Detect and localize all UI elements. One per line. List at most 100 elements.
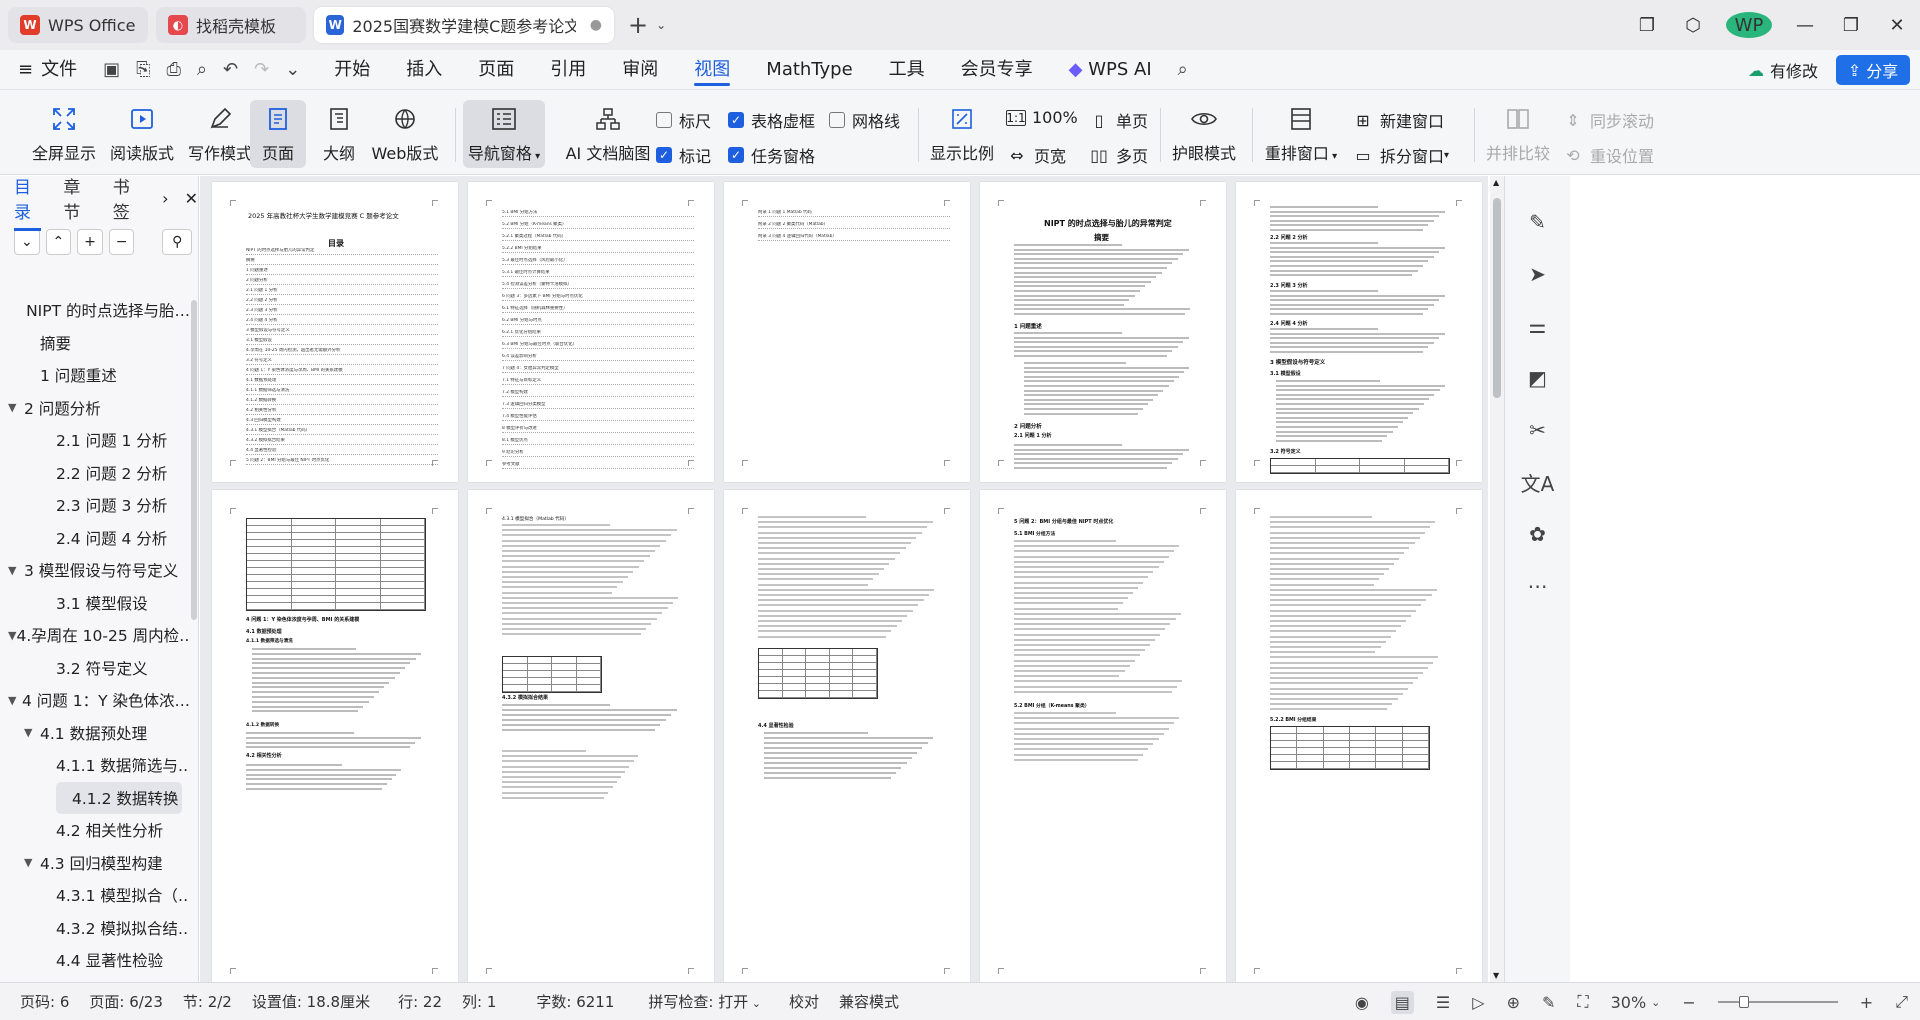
ruler-checkbox[interactable]: 标尺 [656, 108, 711, 132]
outline-status-icon[interactable]: ☰ [1436, 993, 1450, 1012]
cube-icon[interactable]: ⬡ [1670, 15, 1716, 36]
expand-caret-icon[interactable]: ▼ [8, 694, 22, 707]
adjust-sliders-icon[interactable]: ⚌ [1505, 300, 1570, 352]
avatar[interactable]: WP [1726, 12, 1772, 38]
page-10[interactable]: 5.2.2 BMI 分组结果 [1236, 490, 1482, 982]
expand-caret-icon[interactable]: ▼ [24, 856, 40, 869]
add-heading-icon[interactable]: + [77, 229, 103, 255]
menu-reference[interactable]: 引用 [550, 50, 586, 90]
table-grid-checkbox[interactable]: ✓ 表格虚框 [728, 108, 815, 132]
menu-start[interactable]: 开始 [334, 50, 370, 90]
single-page-button[interactable]: ▯ 单页 [1088, 108, 1148, 132]
toc-item[interactable]: ▼ 4.1 数据预处理 [0, 717, 190, 750]
task-pane-checkbox[interactable]: ✓ 任务窗格 [728, 143, 815, 167]
toc-item[interactable]: 2.1 问题 1 分析 [0, 424, 190, 457]
tab-docer[interactable]: ◐ 找稻壳模板 [156, 7, 306, 43]
toc-item[interactable]: 4.4 显著性检验 [0, 944, 190, 977]
fullscreen-button[interactable]: 全屏显示 [28, 100, 100, 168]
tools-icon[interactable]: ✂ [1505, 404, 1570, 456]
outline-button[interactable]: 大纲 [314, 100, 364, 168]
menu-file[interactable]: 文件 [41, 50, 77, 90]
expand-caret-icon[interactable]: ▼ [8, 401, 24, 414]
status-setting[interactable]: 设置值: 18.8厘米 [252, 991, 370, 1012]
fullscreen-status-icon[interactable]: ⤢ [1895, 992, 1908, 1012]
hamburger-icon[interactable]: ≡ [18, 59, 33, 80]
sidebar-scrollbar[interactable] [191, 300, 197, 620]
cursor-select-icon[interactable]: ➤ [1505, 248, 1570, 300]
page-view-button[interactable]: 页面 [250, 100, 306, 168]
scroll-down-icon[interactable]: ▼ [1493, 971, 1499, 980]
sidebar-tab-bookmark[interactable]: 书签 [113, 176, 140, 223]
page-1[interactable]: 2025 年高教社杯大学生数学建模竞赛 C 题参考论文 目录 NIPT 的时点选择与… [212, 182, 458, 482]
side-by-side-button[interactable]: 并排比较 [1482, 100, 1554, 168]
zoom-100-button[interactable]: 1:1 100% [1006, 108, 1078, 127]
toc-item[interactable]: 4.3.2 模拟拟合结… [0, 912, 190, 945]
web-status-icon[interactable]: ⊕ [1507, 993, 1520, 1012]
search-icon[interactable]: ⌕ [1178, 59, 1188, 80]
multi-page-button[interactable]: ▯▯ 多页 [1088, 143, 1148, 167]
tab-wps-office[interactable]: W WPS Office [8, 7, 148, 43]
unsaved-dot-icon[interactable]: ● [590, 17, 602, 33]
zoom-dropdown-icon[interactable]: ⌄ [1651, 996, 1660, 1009]
undo-icon[interactable]: ↶ [223, 59, 238, 80]
toc-item[interactable]: NIPT 的时点选择与胎… [0, 294, 190, 327]
status-spell[interactable]: 拼写检查: 打开 ⌄ [648, 991, 761, 1012]
sidebar-tab-chapter[interactable]: 章节 [63, 176, 90, 223]
collapse-down-icon[interactable]: ⌄ [14, 229, 40, 255]
toc-item[interactable]: 2.4 问题 4 分析 [0, 522, 190, 555]
edit-status-button[interactable]: ☁ 有修改 [1748, 58, 1818, 82]
fit-icon[interactable]: ⛶ [1577, 992, 1588, 1012]
close-icon[interactable]: ✕ [185, 189, 198, 208]
export-icon[interactable]: ⎘ [136, 59, 150, 80]
toc-item[interactable]: 4.1.2 数据转换 [56, 781, 182, 814]
read-status-icon[interactable]: ▷ [1472, 993, 1484, 1012]
menu-wps-ai[interactable]: ◆ WPS AI [1069, 50, 1152, 90]
web-view-button[interactable]: Web版式 [368, 100, 442, 168]
page-5[interactable]: 2.2 问题 2 分析 2.3 问题 3 分析 2.4 问题 4 分析 3 模型假设与… [1236, 182, 1482, 482]
page-7[interactable]: 4.3.1 模型拟合（Matlab 代码） 4.3.2 模拟拟合结果 [468, 490, 714, 982]
page-9[interactable]: 5 问题 2：BMI 分组与最佳 NIPT 时点优化 5.1 BMI 分组方法 5.… [980, 490, 1226, 982]
translate-icon[interactable]: 文A [1505, 456, 1570, 508]
nav-pane-button[interactable]: 导航窗格 ▾ [463, 100, 545, 168]
zoom-level[interactable]: 30% [1611, 993, 1647, 1012]
toc-item[interactable]: ▼ 4.3 回归模型构建 [0, 847, 190, 880]
status-proof[interactable]: 校对 [789, 991, 819, 1012]
write-status-icon[interactable]: ✎ [1542, 993, 1555, 1012]
ai-mindmap-button[interactable]: AI 文档脑图 [553, 100, 663, 168]
menu-insert[interactable]: 插入 [406, 50, 442, 90]
status-col[interactable]: 列: 1 [462, 991, 496, 1012]
shape-icon[interactable]: ◩ [1505, 352, 1570, 404]
tab-list-chevron-icon[interactable]: ⌄ [656, 18, 666, 32]
page-view-status-icon[interactable]: ▤ [1390, 990, 1414, 1014]
toc-item[interactable]: ▼ 4.孕周在 10-25 周内检… [0, 619, 190, 652]
more-dots-icon[interactable]: ⋯ [1505, 560, 1570, 612]
print-preview-icon[interactable]: ⌕ [197, 59, 207, 80]
status-words[interactable]: 字数: 6211 [536, 991, 614, 1012]
toc-item[interactable]: ▼ 3 模型假设与符号定义 [0, 554, 190, 587]
page-width-button[interactable]: ⇔ 页宽 [1006, 143, 1066, 167]
share-button[interactable]: ⇪ 分享 [1836, 55, 1910, 85]
print-icon[interactable]: ⎙ [167, 59, 181, 80]
menu-member[interactable]: 会员专享 [961, 50, 1033, 90]
toc-item[interactable]: 2.3 问题 3 分析 [0, 489, 190, 522]
zoom-slider-thumb[interactable] [1738, 996, 1749, 1008]
zoom-out-icon[interactable]: − [1682, 993, 1695, 1012]
minimize-icon[interactable]: — [1782, 15, 1828, 36]
eye-mode-button[interactable]: 护眼模式 [1168, 100, 1240, 168]
document-scrollbar[interactable]: ▲ ▼ [1490, 176, 1504, 982]
expand-caret-icon[interactable]: ▼ [8, 564, 24, 577]
new-tab-icon[interactable]: + [628, 11, 648, 39]
expand-caret-icon[interactable]: ▼ [24, 726, 40, 739]
toc-item[interactable]: 摘要 [0, 327, 190, 360]
gridlines-checkbox[interactable]: 网格线 [829, 108, 900, 132]
toc-item[interactable]: 3.2 符号定义 [0, 652, 190, 685]
tab-document[interactable]: W 2025国赛数学建模C题参考论文.d ● [314, 7, 614, 43]
menu-tools[interactable]: 工具 [889, 50, 925, 90]
menu-review[interactable]: 审阅 [622, 50, 658, 90]
edit-pen-icon[interactable]: ✎ [1505, 196, 1570, 248]
status-row[interactable]: 行: 22 [398, 991, 442, 1012]
page-2[interactable]: 5.1 BMI 分组方法 5.2 BMI 分组（K-means 聚类） 5.2.1 … [468, 182, 714, 482]
scrollbar-thumb[interactable] [1493, 198, 1501, 398]
status-page-code[interactable]: 页码: 6 [20, 991, 69, 1012]
status-page[interactable]: 页面: 6/23 [89, 991, 163, 1012]
